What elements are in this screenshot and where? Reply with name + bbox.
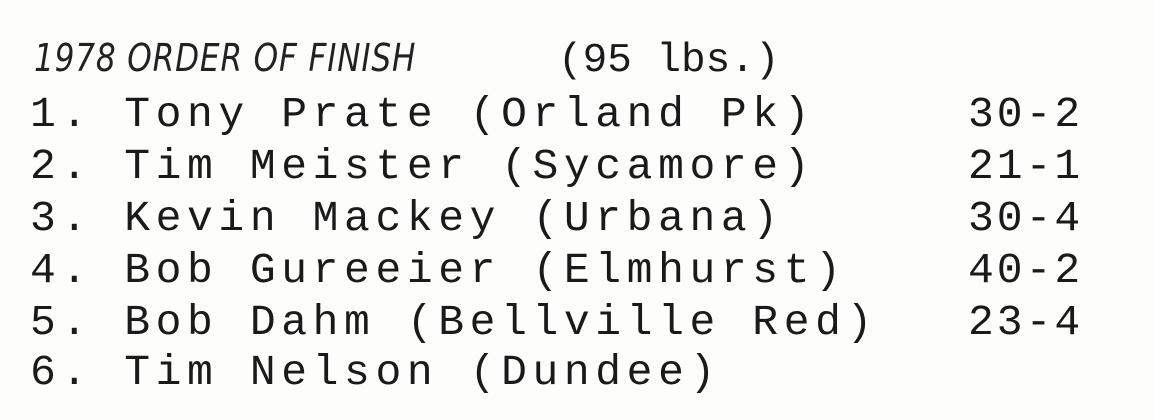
weight-class: (95 lbs.): [558, 38, 780, 84]
result-entry: 6. Tim Nelson (Dundee): [30, 348, 721, 397]
result-entry: 3. Kevin Mackey (Urbana): [30, 194, 784, 243]
result-row: 2. Tim Meister (Sycamore) 21-1: [30, 142, 1130, 194]
result-record: 23-4: [968, 298, 1084, 347]
result-entry: 1. Tony Prate (Orland Pk): [30, 90, 816, 139]
result-row: 6. Tim Nelson (Dundee): [30, 348, 1130, 400]
result-row: 4. Bob Gureeier (Elmhurst) 40-2: [30, 246, 1130, 298]
result-row: 5. Bob Dahm (Bellville Red) 23-4: [30, 298, 1130, 350]
result-record: 30-2: [968, 90, 1084, 139]
result-record: 40-2: [968, 246, 1084, 295]
result-entry: 2. Tim Meister (Sycamore): [30, 142, 816, 191]
result-record: 21-1: [968, 142, 1084, 191]
document-sheet: 1978 ORDER OF FINISH (95 lbs.) 1. Tony P…: [0, 0, 1155, 420]
result-entry: 5. Bob Dahm (Bellville Red): [30, 298, 878, 347]
result-record: 30-4: [968, 194, 1084, 243]
heading: 1978 ORDER OF FINISH (95 lbs.): [34, 36, 779, 86]
result-row: 3. Kevin Mackey (Urbana) 30-4: [30, 194, 1130, 246]
handwritten-title: 1978 ORDER OF FINISH: [34, 36, 417, 80]
result-row: 1. Tony Prate (Orland Pk) 30-2: [30, 90, 1130, 142]
result-entry: 4. Bob Gureeier (Elmhurst): [30, 246, 847, 295]
